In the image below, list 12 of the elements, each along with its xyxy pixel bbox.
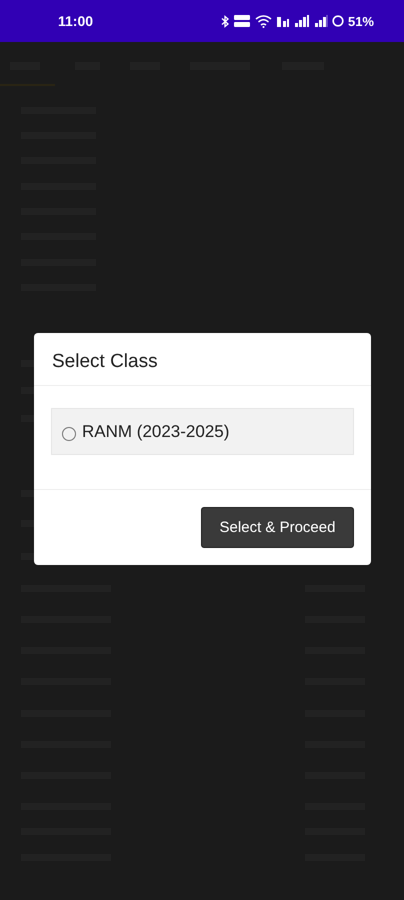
select-proceed-button[interactable]: Select & Proceed xyxy=(201,507,354,548)
radio-button[interactable] xyxy=(62,426,76,440)
wifi-icon xyxy=(254,14,272,28)
dialog-title: Select Class xyxy=(34,333,371,386)
class-option[interactable]: RANM (2023-2025) xyxy=(51,408,354,455)
signal-icon xyxy=(294,15,310,27)
bluetooth-icon xyxy=(220,14,229,28)
signal-icon xyxy=(314,15,328,27)
battery-icon xyxy=(332,15,344,27)
battery-percentage: 51% xyxy=(348,14,374,28)
status-time: 11:00 xyxy=(58,13,94,29)
option-label: RANM (2023-2025) xyxy=(82,422,230,442)
